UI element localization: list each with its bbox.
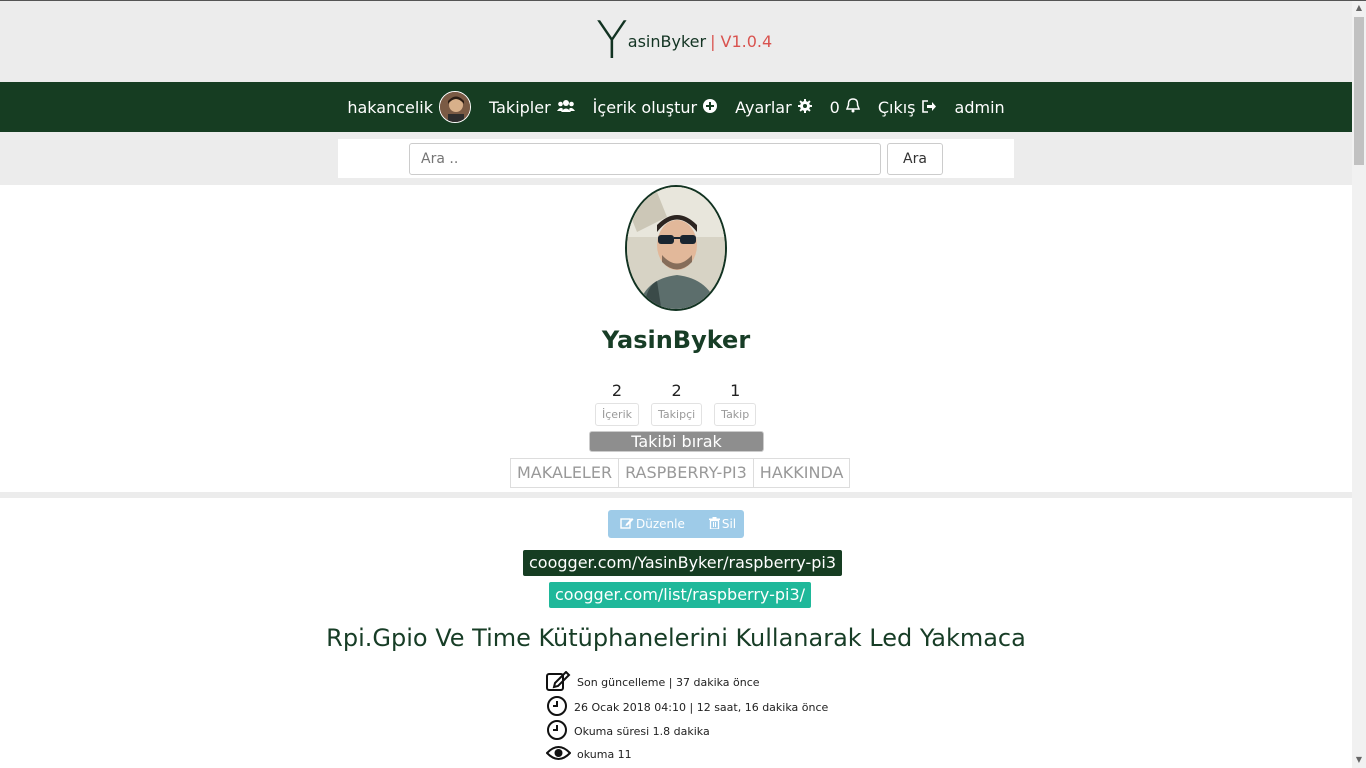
nav-username: hakancelik [347, 97, 433, 117]
nav-followers[interactable]: Takipler [480, 82, 584, 132]
nav-logout[interactable]: Çıkış [869, 82, 946, 132]
stat-label: Takipçi [651, 403, 703, 426]
notification-count: 0 [829, 97, 840, 117]
delete-button[interactable]: Sil [708, 516, 737, 532]
post-title: Rpi.Gpio Ve Time Kütüphanelerini Kullana… [326, 624, 1026, 652]
meta-read-time: Okuma süresi 1.8 dakika [546, 720, 710, 743]
nav-create-label: İçerik oluştur [592, 97, 698, 117]
users-icon [556, 98, 575, 117]
nav-logout-label: Çıkış [877, 97, 916, 117]
scroll-thumb[interactable] [1354, 17, 1364, 165]
scroll-up-arrow[interactable]: ▲ [1355, 4, 1363, 12]
logo-letter: Y [596, 11, 628, 71]
stat-content[interactable]: 2 İçerik [595, 381, 640, 426]
logo-name: asinByker [627, 32, 707, 51]
main-navbar: hakancelik Takipler İçerik oluştur Ayarl… [0, 82, 1352, 132]
scrollbar[interactable]: ▲ ▼ [1352, 1, 1366, 768]
avatar [439, 91, 471, 123]
profile-tabs: MAKALELER RASPBERRY-PI3 HAKKINDA [510, 458, 851, 488]
search-input[interactable] [409, 143, 881, 175]
stat-followers[interactable]: 2 Takipçi [651, 381, 703, 426]
meta-date-text: 26 Ocak 2018 04:10 | 12 saat, 16 dakika … [574, 701, 829, 714]
sign-out-icon [921, 98, 937, 117]
meta-date: 26 Ocak 2018 04:10 | 12 saat, 16 dakika … [546, 696, 828, 719]
gear-icon [797, 98, 812, 117]
search-bar: Ara [338, 139, 1014, 178]
meta-views-text: okuma 11 [577, 748, 632, 761]
post-content: Düzenle Sil coogger.com/YasinByker/raspb… [0, 498, 1352, 768]
stat-value: 2 [671, 381, 682, 400]
stat-value: 2 [611, 381, 623, 400]
profile-picture [625, 185, 727, 311]
edit-button[interactable]: Düzenle [608, 517, 685, 532]
meta-read-time-text: Okuma süresi 1.8 dakika [574, 725, 710, 738]
meta-views: okuma 11 [545, 745, 632, 764]
nav-settings-label: Ayarlar [735, 97, 792, 117]
bell-icon [845, 97, 860, 117]
site-logo[interactable]: Y asinByker | V1.0.4 [596, 11, 773, 71]
meta-updated: Son güncelleme | 37 dakika önce [546, 670, 760, 694]
nav-followers-label: Takipler [489, 97, 551, 117]
tab-articles[interactable]: MAKALELER [511, 459, 620, 487]
trash-icon [708, 516, 720, 532]
stat-label: Takip [714, 403, 757, 426]
clock-icon [546, 720, 568, 743]
edit-label: Düzenle [636, 517, 685, 531]
user-topic-link[interactable]: coogger.com/YasinByker/raspberry-pi3 [523, 550, 843, 576]
nav-admin-label: admin [954, 97, 1005, 117]
stat-following[interactable]: 1 Takip [714, 381, 757, 426]
clock-icon [546, 696, 568, 719]
eye-icon [545, 745, 572, 764]
unfollow-button[interactable]: Takibi bırak [589, 431, 764, 452]
search-button[interactable]: Ara [887, 143, 943, 175]
scroll-down-arrow[interactable]: ▼ [1355, 756, 1363, 764]
nav-notifications[interactable]: 0 [821, 82, 869, 132]
version-label: | V1.0.4 [710, 32, 773, 51]
nav-admin[interactable]: admin [946, 82, 1014, 132]
nav-settings[interactable]: Ayarlar [726, 82, 821, 132]
stat-label: İçerik [595, 403, 640, 426]
edit-icon [620, 517, 634, 532]
profile-username: YasinByker [601, 326, 751, 354]
tab-about[interactable]: HAKKINDA [754, 459, 850, 487]
edit-icon [546, 670, 571, 694]
delete-label: Sil [721, 517, 737, 531]
topic-list-link[interactable]: coogger.com/list/raspberry-pi3/ [549, 582, 812, 608]
meta-updated-text: Son güncelleme | 37 dakika önce [577, 676, 760, 689]
nav-create-content[interactable]: İçerik oluştur [584, 82, 726, 132]
plus-circle-icon [703, 98, 718, 117]
nav-user-profile[interactable]: hakancelik [338, 82, 480, 132]
profile-section: YasinByker 2 İçerik 2 Takipçi 1 Takip Ta… [0, 185, 1352, 492]
tab-raspberry-pi3[interactable]: RASPBERRY-PI3 [619, 459, 754, 487]
site-header: Y asinByker | V1.0.4 [0, 1, 1352, 82]
stat-value: 1 [730, 381, 741, 400]
profile-stats: 2 İçerik 2 Takipçi 1 Takip [595, 381, 757, 426]
post-actions: Düzenle Sil [608, 510, 744, 538]
